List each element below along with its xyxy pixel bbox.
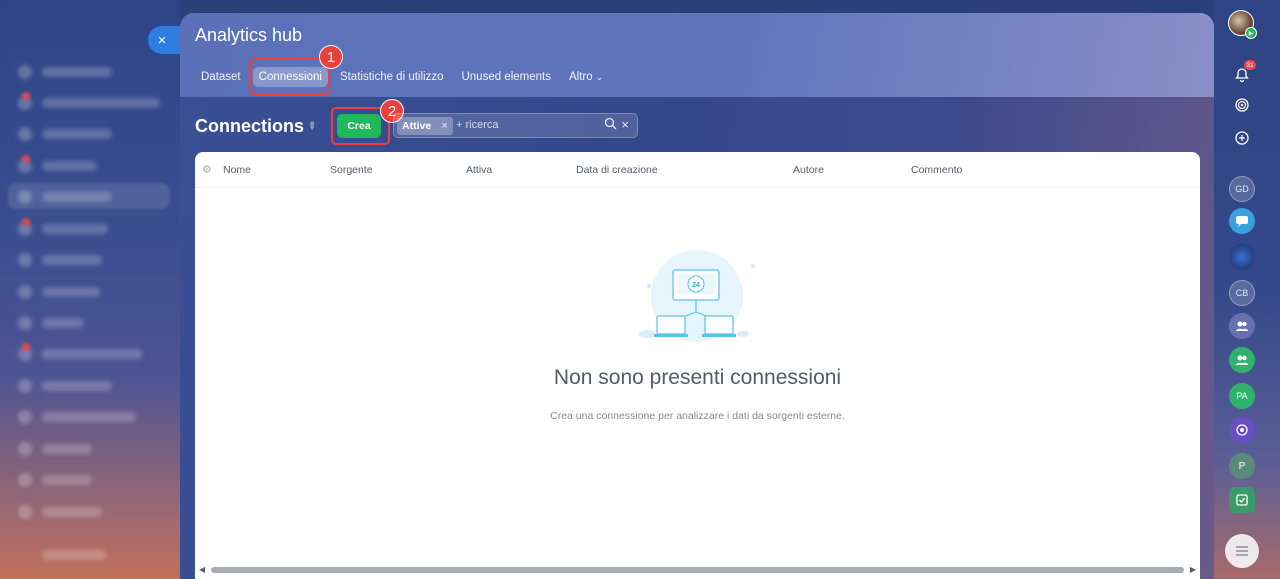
filter-chip-label: Attive — [402, 120, 432, 132]
analytics-hub-panel: Analytics hub Dataset Connessioni Statis… — [180, 13, 1214, 579]
table-header: ⚙ Nome Sorgente Attiva Data di creazione… — [195, 152, 1200, 188]
horizontal-scrollbar[interactable]: ◀ ▶ — [199, 565, 1196, 574]
empty-state-illustration: 24 — [639, 250, 755, 342]
callout-badge-1: 1 — [319, 45, 343, 69]
group-avatar-icon[interactable] — [1229, 244, 1255, 270]
page-heading: Connections — [195, 116, 305, 136]
avatar-pa[interactable]: PA — [1229, 383, 1255, 409]
blurred-menu-icon — [18, 410, 32, 424]
blurred-menu-item — [42, 412, 136, 422]
scrollbar-thumb[interactable] — [211, 567, 1184, 573]
blurred-menu-icon — [18, 190, 32, 204]
blurred-menu-icon — [18, 473, 32, 487]
connections-table: ⚙ Nome Sorgente Attiva Data di creazione… — [195, 152, 1200, 579]
avatar-gd[interactable]: GD — [1229, 176, 1255, 202]
column-header-sorgente[interactable]: Sorgente — [330, 164, 373, 176]
blurred-menu-icon — [18, 442, 32, 456]
column-header-autore[interactable]: Autore — [793, 164, 824, 176]
spiral-icon[interactable] — [1229, 92, 1255, 118]
notification-count-badge: 31 — [1244, 60, 1256, 70]
column-header-attiva[interactable]: Attiva — [466, 164, 492, 176]
column-header-nome[interactable]: Nome — [223, 164, 251, 176]
scroll-left-arrow-icon[interactable]: ◀ — [199, 565, 205, 574]
blurred-menu-item — [42, 67, 112, 77]
blurred-menu-item — [42, 98, 160, 108]
blurred-notification-dot — [22, 343, 30, 351]
blurred-menu-item — [42, 287, 100, 297]
blurred-menu-item — [42, 192, 112, 202]
blurred-notification-dot — [22, 218, 30, 226]
gear-icon[interactable]: ⚙ — [202, 163, 212, 176]
chevron-down-icon: ⌄ — [595, 72, 604, 82]
close-slider-button[interactable]: × — [148, 26, 180, 54]
target-icon[interactable] — [1229, 417, 1255, 443]
blurred-menu-item — [42, 444, 92, 454]
blurred-menu-item — [42, 550, 106, 560]
blurred-menu-icon — [18, 285, 32, 299]
avatar-p[interactable]: P — [1229, 453, 1255, 479]
blurred-menu-icon — [18, 127, 32, 141]
close-icon: × — [157, 31, 167, 49]
blurred-menu-icon — [18, 505, 32, 519]
chip-remove-icon[interactable]: × — [441, 120, 447, 132]
blurred-menu-icon — [18, 379, 32, 393]
menu-icon[interactable] — [1225, 534, 1259, 568]
blurred-menu-item — [42, 161, 97, 171]
page-title: Analytics hub — [195, 25, 303, 45]
blurred-notification-dot — [22, 155, 30, 163]
tab-statistiche-di-utilizzo[interactable]: Statistiche di utilizzo — [334, 67, 450, 87]
blurred-menu-item — [42, 255, 102, 265]
blurred-menu-item — [42, 507, 102, 517]
column-header-data-di-creazione[interactable]: Data di creazione — [576, 164, 658, 176]
empty-state-description: Crea una connessione per analizzare i da… — [550, 410, 845, 422]
message-icon[interactable] — [1229, 208, 1255, 234]
users-icon[interactable] — [1229, 313, 1255, 339]
tab-dataset[interactable]: Dataset — [195, 67, 247, 87]
callout-box-1 — [249, 58, 330, 95]
create-button[interactable]: Crea — [337, 114, 381, 138]
search-icon[interactable] — [604, 117, 617, 133]
avatar-cb[interactable]: CB — [1229, 280, 1255, 306]
blurred-menu-item — [42, 318, 84, 328]
filter-search-bar[interactable]: Attive × + ricerca × — [393, 113, 638, 138]
search-input[interactable]: + ricerca — [456, 119, 499, 131]
column-header-commento[interactable]: Commento — [911, 164, 962, 176]
user-avatar[interactable]: ▶ — [1228, 10, 1257, 39]
scroll-right-arrow-icon[interactable]: ▶ — [1190, 565, 1196, 574]
chat-icon[interactable] — [1229, 125, 1255, 151]
tab-altro-label: Altro — [568, 71, 593, 83]
blurred-menu-icon — [18, 253, 32, 267]
illustration-24-text: 24 — [692, 282, 700, 289]
blurred-menu-icon — [18, 65, 32, 79]
blurred-menu-item — [42, 475, 92, 485]
blurred-menu-item — [42, 224, 108, 234]
filter-chip-attive[interactable]: Attive × — [397, 117, 453, 135]
users-icon[interactable] — [1229, 347, 1255, 373]
blurred-menu-item — [42, 129, 112, 139]
tab-unused-elements[interactable]: Unused elements — [455, 67, 557, 87]
blurred-menu-item — [42, 381, 112, 391]
play-icon: ▶ — [1245, 27, 1257, 39]
blurred-notification-dot — [22, 92, 30, 100]
empty-state-title: Non sono presenti connessioni — [553, 366, 842, 389]
blurred-menu-item — [42, 349, 142, 359]
clear-search-icon[interactable]: × — [621, 117, 629, 133]
checkbox-icon[interactable] — [1229, 487, 1255, 513]
tab-altro[interactable]: Altro ⌄ — [563, 67, 609, 87]
background-left-menu — [0, 0, 180, 579]
blurred-menu-icon — [18, 316, 32, 330]
